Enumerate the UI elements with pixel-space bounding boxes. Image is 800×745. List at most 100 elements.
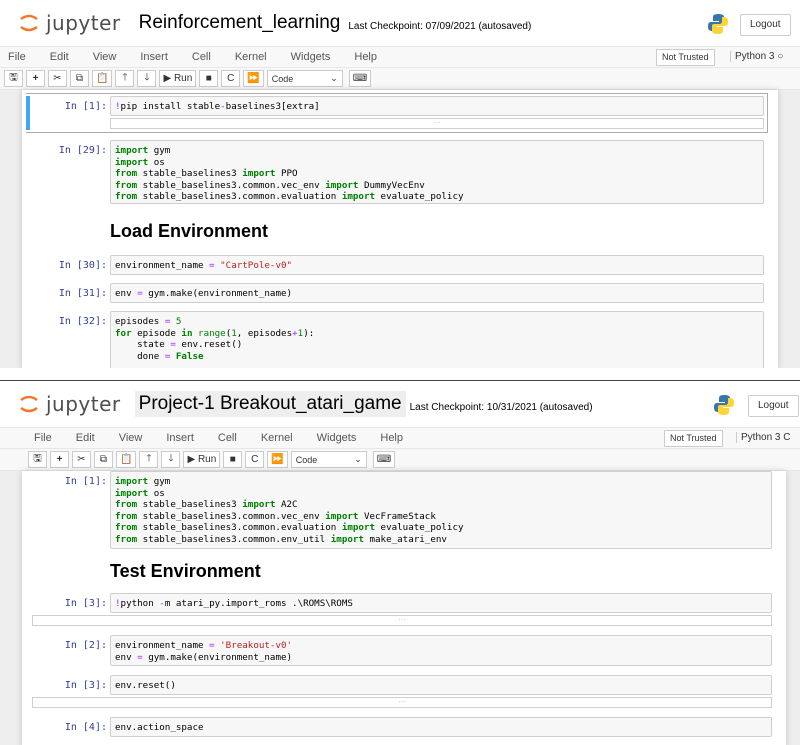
interrupt-button[interactable]: ■ [199,70,219,87]
kernel-indicator: Python 3 C [736,432,790,443]
paste-button[interactable]: 📋 [92,70,113,87]
logout-button[interactable]: Logout [748,395,799,417]
menu-kernel[interactable]: Kernel [261,432,293,444]
command-palette-button[interactable]: ⌨ [372,451,396,468]
jupyter-logo-icon [18,393,40,415]
kernel-name: Python 3 [741,432,781,443]
menu-view[interactable]: View [119,432,143,444]
menu-cell[interactable]: Cell [218,432,237,444]
move-up-button[interactable]: 🡑 [139,451,159,468]
jupyter-logo[interactable]: jupyter [18,11,121,35]
cell-input[interactable]: !pip install stable-baselines3[extra] [110,96,764,116]
cell-input[interactable]: env = gym.make(environment_name) [110,283,764,303]
copy-icon: ⧉ [75,73,84,84]
menu-kernel[interactable]: Kernel [235,51,267,63]
code-cell[interactable]: In [30]: environment_name = "CartPole-v0… [32,255,764,277]
notebook-window-reinforcement-learning: jupyter Reinforcement_learning Last Chec… [0,0,800,368]
cut-button[interactable]: ✂ [72,451,91,468]
code-cell[interactable]: In [1]: !pip install stable-baselines3[e… [26,93,768,133]
python-logo-icon [712,393,736,417]
menu-insert[interactable]: Insert [140,51,168,63]
plus-icon: + [56,454,63,465]
menu-widgets[interactable]: Widgets [317,432,357,444]
menu-edit[interactable]: Edit [50,51,69,63]
cell-type-select[interactable]: Code ⌄ [266,70,343,87]
code-cell[interactable]: In [3]: env.reset() ··· [32,675,772,711]
kernel-indicator: Python 3 ○ [730,51,783,62]
collapsed-output[interactable]: ··· [32,697,772,708]
menu-insert[interactable]: Insert [166,432,194,444]
code-cell[interactable]: In [31]: env = gym.make(environment_name… [32,283,764,305]
collapsed-output[interactable]: ··· [110,118,764,129]
code-cell[interactable]: In [29]: import gym import os from stabl… [32,140,764,206]
menu-help[interactable]: Help [354,51,377,63]
collapsed-output[interactable]: ··· [32,615,772,626]
code-cell[interactable]: In [32]: episodes = 5 for episode in ran… [32,311,764,368]
cell-input[interactable]: environment_name = "CartPole-v0" [110,255,764,275]
menu-view[interactable]: View [93,51,117,63]
section-heading[interactable]: Load Environment [110,221,268,242]
notebook-title[interactable]: Project-1 Breakout_atari_game [134,391,406,417]
chevron-down-icon: ⌄ [354,454,362,464]
insert-cell-button[interactable]: + [50,451,69,468]
restart-run-all-button[interactable]: ⏩ [243,70,264,87]
restart-button[interactable]: C [221,70,241,87]
paste-icon: 📋 [96,73,109,84]
interrupt-button[interactable]: ■ [223,451,243,468]
menu-file[interactable]: File [8,51,26,63]
keyboard-icon: ⌨ [352,73,368,84]
cell-prompt: In [31]: [58,288,107,299]
code-cell[interactable]: In [4]: env.action_space [32,717,772,739]
cell-input[interactable]: import gym import os from stable_baselin… [110,140,764,204]
notebook-window-breakout: jupyter Project-1 Breakout_atari_game La… [0,380,800,745]
keyboard-icon: ⌨ [376,454,392,465]
cut-button[interactable]: ✂ [48,70,67,87]
restart-run-all-button[interactable]: ⏩ [267,451,288,468]
copy-button[interactable]: ⧉ [70,70,89,87]
section-heading[interactable]: Test Environment [110,561,261,582]
insert-cell-button[interactable]: + [26,70,45,87]
cell-prompt: In [1]: [64,101,107,112]
menu-bar: File Edit View Insert Cell Kernel Widget… [0,46,800,68]
cell-input[interactable]: env.action_space [110,717,772,737]
scissors-icon: ✂ [77,454,86,465]
paste-button[interactable]: 📋 [116,451,137,468]
move-up-button[interactable]: 🡑 [115,70,135,87]
jupyter-logo[interactable]: jupyter [18,392,121,416]
notebook-page: In [1]: import gym import os from stable… [22,471,786,745]
restart-button[interactable]: C [245,451,265,468]
menu-cell[interactable]: Cell [192,51,211,63]
move-down-button[interactable]: 🡓 [137,70,157,87]
command-palette-button[interactable]: ⌨ [348,70,372,87]
run-button[interactable]: ▶ Run [159,70,197,87]
run-button[interactable]: ▶ Run [183,451,221,468]
save-button[interactable]: 🖫 [4,70,23,87]
code-cell[interactable]: In [3]: !python -m atari_py.import_roms … [32,593,772,629]
cell-input[interactable]: episodes = 5 for episode in range(1, epi… [110,311,764,368]
move-down-button[interactable]: 🡓 [161,451,181,468]
menu-widgets[interactable]: Widgets [291,51,331,63]
checkpoint-status: Last Checkpoint: 07/09/2021 (autosaved) [348,20,532,32]
copy-icon: ⧉ [99,454,108,465]
notebook-title[interactable]: Reinforcement_learning [135,10,345,36]
not-trusted-indicator[interactable]: Not Trusted [664,430,723,447]
menu-help[interactable]: Help [380,432,403,444]
cell-type-value: Code [295,454,318,465]
cell-input[interactable]: import gym import os from stable_baselin… [110,471,772,549]
plus-icon: + [32,73,39,84]
code-cell[interactable]: In [1]: import gym import os from stable… [32,471,772,549]
cell-type-select[interactable]: Code ⌄ [290,451,367,468]
menu-edit[interactable]: Edit [76,432,95,444]
save-button[interactable]: 🖫 [28,451,47,468]
cell-input[interactable]: !python -m atari_py.import_roms .\ROMS\R… [110,593,772,613]
cell-prompt: In [1]: [64,476,107,487]
copy-button[interactable]: ⧉ [94,451,113,468]
code-cell[interactable]: In [2]: environment_name = 'Breakout-v0'… [32,635,772,667]
logout-button[interactable]: Logout [740,14,791,36]
cell-type-value: Code [271,73,294,84]
cell-input[interactable]: environment_name = 'Breakout-v0' env = g… [110,635,772,666]
menu-file[interactable]: File [34,432,52,444]
stop-icon: ■ [229,454,236,465]
not-trusted-indicator[interactable]: Not Trusted [656,49,715,66]
cell-input[interactable]: env.reset() [110,675,772,695]
